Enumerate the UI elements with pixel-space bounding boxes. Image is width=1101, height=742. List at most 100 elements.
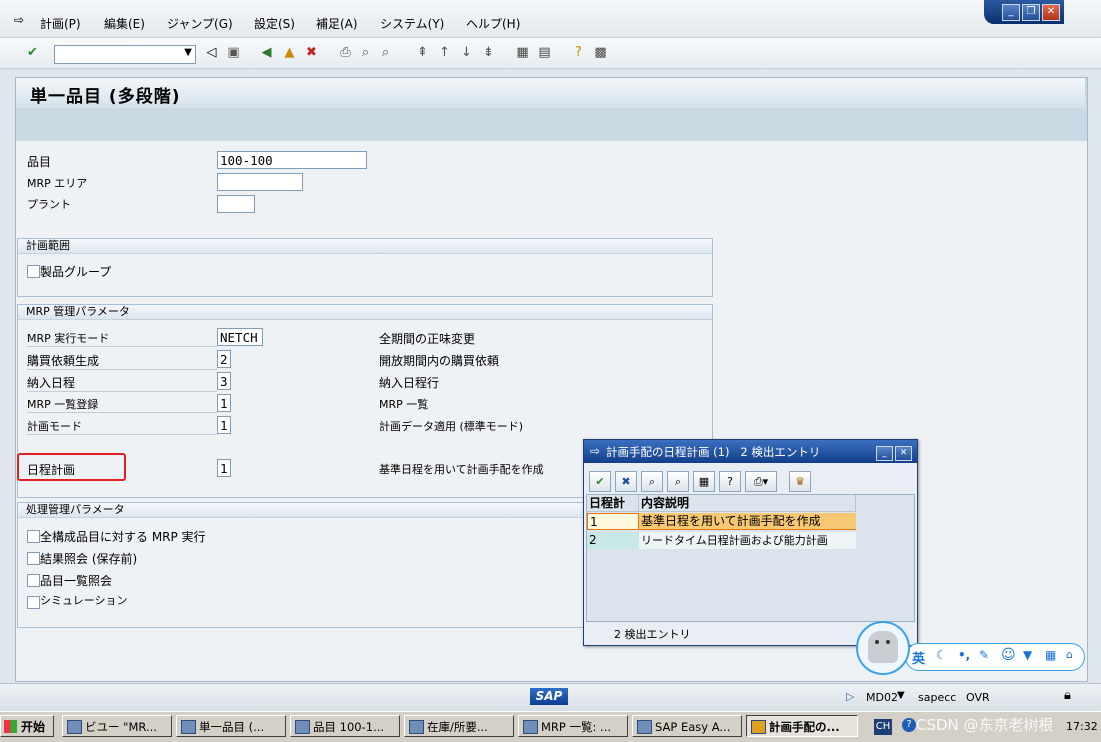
page-title: 単一品目 (多段階) bbox=[30, 87, 181, 107]
list-row-code[interactable]: 2 bbox=[587, 532, 639, 549]
item-field[interactable]: 100-100 bbox=[217, 151, 367, 169]
menu-system[interactable]: システム(Y) bbox=[380, 15, 444, 32]
lock-icon[interactable]: ⌂ bbox=[1066, 648, 1073, 661]
ime-assistant-avatar[interactable] bbox=[856, 621, 910, 675]
next-page-icon[interactable]: ↓ bbox=[458, 44, 475, 61]
taskbar-item[interactable]: 単一品目 (... bbox=[176, 715, 286, 737]
assistant-eye-icon bbox=[886, 640, 890, 644]
all-components-checkbox[interactable] bbox=[27, 530, 40, 543]
close-icon[interactable]: ✕ bbox=[895, 446, 912, 461]
command-field[interactable]: ▼ bbox=[54, 45, 196, 64]
list-row-code[interactable]: 1 bbox=[587, 513, 639, 530]
shirt-icon[interactable]: ▼ bbox=[1023, 648, 1032, 662]
planning-scope-group: 計画範囲 bbox=[17, 238, 713, 297]
delivery-schedule-field[interactable]: 3 bbox=[217, 372, 231, 390]
list-row-desc[interactable]: リードタイム日程計画および能力計画 bbox=[639, 532, 856, 549]
new-session-icon[interactable]: ▦ bbox=[514, 44, 531, 61]
menu-bar: ⇨ 計画(P) 編集(E) ジャンプ(G) 設定(S) 補足(A) システム(Y… bbox=[0, 0, 1101, 38]
smiley-icon[interactable]: ☺ bbox=[1001, 647, 1016, 663]
confirm-icon[interactable]: ✔ bbox=[589, 471, 611, 492]
find-next-icon[interactable]: ⌕ bbox=[377, 44, 394, 61]
sap-window-icon bbox=[637, 720, 652, 734]
grid-icon[interactable]: ▦ bbox=[693, 471, 715, 492]
scheduling-field[interactable]: 1 bbox=[217, 459, 231, 477]
enter-check-icon[interactable]: ✔ bbox=[24, 44, 41, 61]
menu-extras[interactable]: 補足(A) bbox=[316, 15, 358, 32]
product-group-checkbox[interactable] bbox=[27, 265, 40, 278]
wrench-icon[interactable]: ✎ bbox=[979, 648, 989, 662]
save-icon[interactable]: ▣ bbox=[225, 44, 242, 61]
taskbar-item-label: SAP Easy A... bbox=[655, 720, 731, 734]
product-group-label: 製品グループ bbox=[40, 265, 112, 279]
planning-scope-title: 計画範囲 bbox=[18, 239, 712, 254]
restore-icon[interactable]: ❐ bbox=[1022, 4, 1040, 21]
help-icon[interactable]: ? bbox=[570, 44, 587, 61]
print-icon[interactable]: ⎙▾ bbox=[745, 471, 777, 492]
menu-settings[interactable]: 設定(S) bbox=[254, 15, 295, 32]
simulation-checkbox[interactable] bbox=[27, 596, 40, 609]
ime-lang[interactable]: 英 bbox=[912, 648, 925, 667]
taskbar-item-label: 品目 100-1... bbox=[313, 720, 385, 734]
punctuation-icon[interactable]: •, bbox=[958, 648, 970, 662]
taskbar-item[interactable]: ビユー "MR... bbox=[62, 715, 172, 737]
column-header-desc[interactable]: 内容説明 bbox=[639, 495, 856, 512]
info-icon[interactable]: ? bbox=[719, 471, 741, 492]
planning-mode-field[interactable]: 1 bbox=[217, 416, 231, 434]
find-icon[interactable]: ⌕ bbox=[357, 44, 374, 61]
grid-icon[interactable]: ▦ bbox=[1045, 648, 1056, 662]
menu-edit[interactable]: 編集(E) bbox=[104, 15, 145, 32]
back-icon[interactable]: ◀ bbox=[258, 44, 275, 61]
taskbar-item-active[interactable]: 計画手配の... bbox=[746, 715, 858, 737]
prev-page-icon[interactable]: ↑ bbox=[436, 44, 453, 61]
display-results-checkbox[interactable] bbox=[27, 552, 40, 565]
column-header-code[interactable]: 日程計 bbox=[587, 495, 639, 512]
sap-menu-icon[interactable]: ⇨ bbox=[14, 13, 24, 27]
taskbar-item[interactable]: MRP 一覧: ... bbox=[518, 715, 628, 737]
start-label: 开始 bbox=[21, 720, 46, 734]
first-page-icon[interactable]: ⇞ bbox=[414, 44, 431, 61]
mrp-area-field[interactable] bbox=[217, 173, 303, 191]
list-row-desc[interactable]: 基準日程を用いて計画手配を作成 bbox=[639, 513, 856, 530]
print-icon[interactable]: ⎙ bbox=[337, 44, 354, 61]
close-icon[interactable]: ✕ bbox=[1042, 4, 1060, 21]
plant-field[interactable] bbox=[217, 195, 255, 213]
value-list: 日程計 内容説明 1 基準日程を用いて計画手配を作成 2 リードタイム日程計画お… bbox=[586, 494, 915, 622]
help-icon[interactable]: ? bbox=[902, 718, 916, 732]
menu-goto[interactable]: ジャンプ(G) bbox=[167, 15, 233, 32]
taskbar-item-label: 在庫/所要... bbox=[427, 720, 488, 734]
chevron-down-icon[interactable]: ▼ bbox=[184, 47, 192, 58]
window-controls: _ ❐ ✕ bbox=[984, 0, 1064, 24]
minimize-icon[interactable]: _ bbox=[876, 446, 893, 461]
shortcut-icon[interactable]: ▤ bbox=[536, 44, 553, 61]
material-list-checkbox[interactable] bbox=[27, 574, 40, 587]
purchase-req-field[interactable]: 2 bbox=[217, 350, 231, 368]
mrp-list-field[interactable]: 1 bbox=[217, 394, 231, 412]
find-next-icon[interactable]: ⌕ bbox=[667, 471, 689, 492]
purchase-req-label: 購買依頼生成 bbox=[27, 352, 217, 370]
sap-window-icon bbox=[181, 720, 196, 734]
mrp-list-desc: MRP 一覧 bbox=[379, 398, 429, 411]
find-icon[interactable]: ⌕ bbox=[641, 471, 663, 492]
minimize-icon[interactable]: _ bbox=[1002, 4, 1020, 21]
exit-icon[interactable]: ▲ bbox=[281, 44, 298, 61]
cancel-icon[interactable]: ✖ bbox=[303, 44, 320, 61]
layout-menu-icon[interactable]: ▩ bbox=[592, 44, 609, 61]
moon-icon[interactable]: ☾ bbox=[936, 648, 947, 662]
back-triangle-icon[interactable]: ◁ bbox=[203, 44, 220, 61]
last-page-icon[interactable]: ⇟ bbox=[480, 44, 497, 61]
mrp-run-mode-field[interactable]: NETCH bbox=[217, 328, 263, 346]
taskbar-item[interactable]: 品目 100-1... bbox=[290, 715, 400, 737]
cancel-icon[interactable]: ✖ bbox=[615, 471, 637, 492]
menu-help[interactable]: ヘルプ(H) bbox=[466, 15, 520, 32]
watermark: CSDN @东京老树根 bbox=[916, 716, 1054, 734]
status-toggle-icon[interactable]: ▷ bbox=[846, 690, 854, 703]
start-button[interactable]: 开始 bbox=[0, 715, 54, 737]
planning-mode-desc: 計画データ適用 (標準モード) bbox=[379, 420, 524, 433]
tray-lang[interactable]: CH bbox=[874, 719, 892, 735]
chevron-down-icon[interactable]: ▼ bbox=[897, 690, 905, 701]
taskbar-item[interactable]: 在庫/所要... bbox=[404, 715, 514, 737]
menu-plan[interactable]: 計画(P) bbox=[40, 15, 81, 32]
taskbar-item[interactable]: SAP Easy A... bbox=[632, 715, 742, 737]
all-components-label: 全構成品目に対する MRP 実行 bbox=[40, 530, 206, 544]
personalize-icon[interactable]: ♛ bbox=[789, 471, 811, 492]
